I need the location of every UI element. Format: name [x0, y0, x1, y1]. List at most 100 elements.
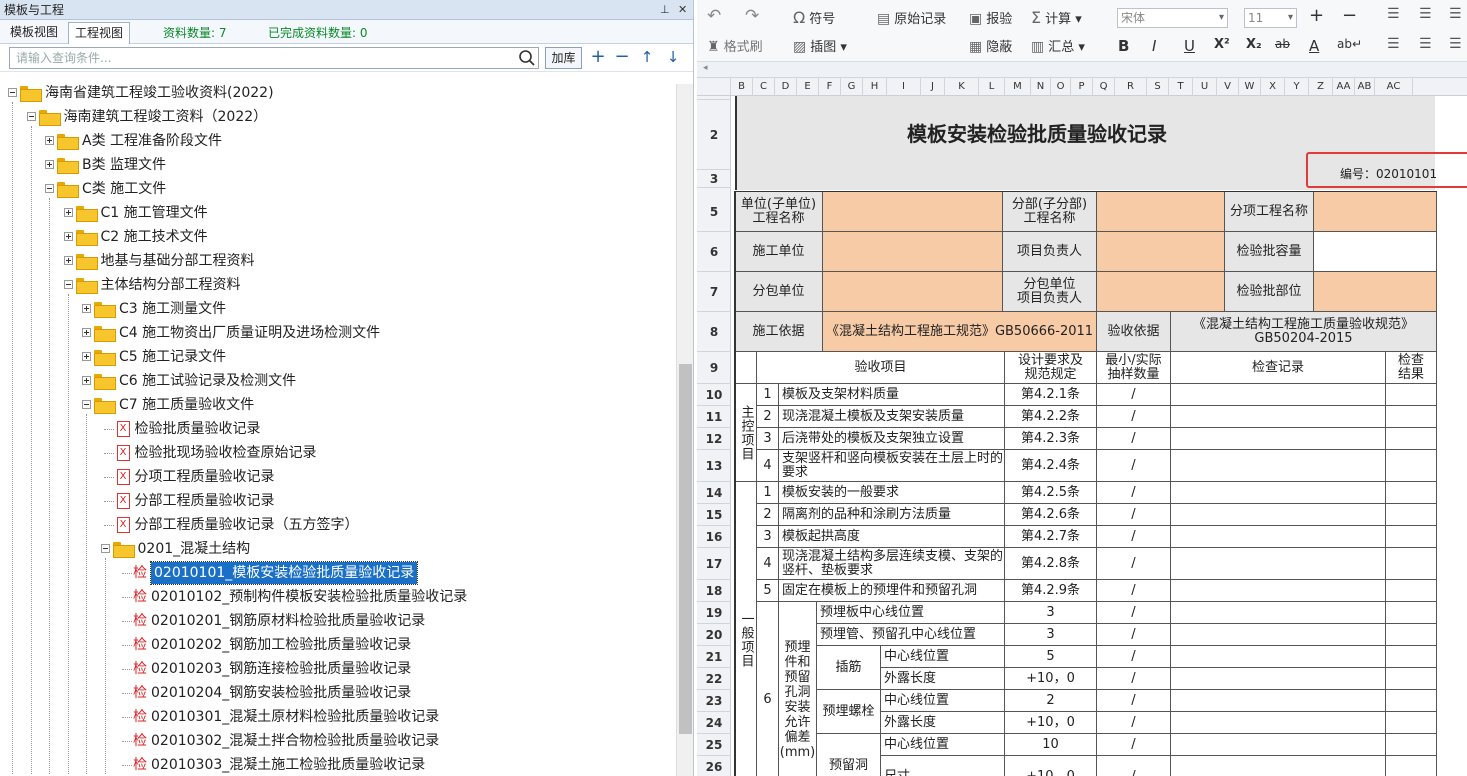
- sample-count-input[interactable]: /: [1097, 668, 1171, 690]
- item-number[interactable]: 3: [757, 526, 779, 548]
- sample-count-input[interactable]: /: [1097, 406, 1171, 428]
- row-header-cell[interactable]: 8: [697, 312, 731, 352]
- allowed-deviation[interactable]: 2: [1005, 690, 1097, 712]
- tree-folder-node[interactable]: 海南建筑工程竣工资料（2022）: [0, 106, 676, 128]
- column-header-cell[interactable]: E: [797, 78, 819, 96]
- check-record-input[interactable]: [1171, 580, 1386, 602]
- check-record-input[interactable]: [1171, 482, 1386, 504]
- format-painter-button[interactable]: ♜ 格式刷: [707, 36, 763, 55]
- embed-sub-item[interactable]: 外露长度: [881, 712, 1005, 734]
- collapse-icon[interactable]: [100, 544, 110, 553]
- row-header-cell[interactable]: 15: [697, 504, 731, 526]
- check-result-input[interactable]: [1386, 756, 1437, 776]
- header-label[interactable]: 检验批容量: [1225, 232, 1314, 272]
- row-header-cell[interactable]: 5: [697, 192, 731, 232]
- embed-sub-item[interactable]: 外露长度: [881, 668, 1005, 690]
- check-record-input[interactable]: [1171, 668, 1386, 690]
- check-result-input[interactable]: [1386, 428, 1437, 450]
- hide-button[interactable]: ▦ 隐蔽: [969, 36, 1012, 55]
- tab-project-view[interactable]: 工程视图: [68, 22, 131, 44]
- tree-folder-node[interactable]: C3 施工测量文件: [0, 298, 676, 320]
- raw-record-button[interactable]: ▤ 原始记录: [877, 8, 946, 27]
- search-icon[interactable]: [518, 49, 536, 67]
- sample-count-input[interactable]: /: [1097, 624, 1171, 646]
- check-result-input[interactable]: [1386, 450, 1437, 482]
- italic-icon[interactable]: I: [1152, 37, 1156, 55]
- column-header-cell[interactable]: J: [921, 78, 945, 96]
- item-reference[interactable]: 第4.2.3条: [1005, 428, 1097, 450]
- sample-count-input[interactable]: /: [1097, 384, 1171, 406]
- tree-document-node[interactable]: X 检验批质量验收记录: [0, 418, 676, 440]
- column-header-cell[interactable]: N: [1031, 78, 1051, 96]
- column-header-cell[interactable]: L: [979, 78, 1005, 96]
- embed-group-name[interactable]: 预埋螺栓: [817, 690, 881, 734]
- header-value-input[interactable]: [1314, 272, 1437, 312]
- check-result-input[interactable]: [1386, 548, 1437, 580]
- calculate-button[interactable]: Σ 计算 ▾: [1031, 8, 1082, 27]
- tree-folder-node[interactable]: C类 施工文件: [0, 178, 676, 200]
- row-header-cell[interactable]: 21: [697, 646, 731, 668]
- allowed-deviation[interactable]: +10，0: [1005, 668, 1097, 690]
- item-name[interactable]: 模板及支架材料质量: [779, 384, 1005, 406]
- check-record-input[interactable]: [1171, 646, 1386, 668]
- superscript-icon[interactable]: X²: [1214, 37, 1230, 52]
- item-number[interactable]: 5: [757, 580, 779, 602]
- header-value-input[interactable]: [1097, 232, 1225, 272]
- tree-folder-node[interactable]: C5 施工记录文件: [0, 346, 676, 368]
- row-header-cell[interactable]: 16: [697, 526, 731, 548]
- header-value-input[interactable]: [1314, 192, 1437, 232]
- tree-folder-node[interactable]: 地基与基础分部工程资料: [0, 250, 676, 272]
- search-input[interactable]: [9, 47, 539, 69]
- sample-count-input[interactable]: /: [1097, 504, 1171, 526]
- header-value-input[interactable]: [823, 272, 1003, 312]
- check-record-input[interactable]: [1171, 384, 1386, 406]
- tree-folder-node[interactable]: A类 工程准备阶段文件: [0, 130, 676, 152]
- tree-document-node[interactable]: 检 02010204_钢筋安装检验批质量验收记录: [0, 682, 676, 704]
- column-header-cell[interactable]: Y: [1285, 78, 1309, 96]
- header-value-input[interactable]: [1097, 272, 1225, 312]
- embed-item-name[interactable]: 预埋板中心线位置: [817, 602, 1005, 624]
- tree-document-node[interactable]: X 分项工程质量验收记录: [0, 466, 676, 488]
- expand-icon[interactable]: [82, 352, 91, 361]
- undo-icon[interactable]: ↶: [707, 6, 721, 26]
- tab-template-view[interactable]: 模板视图: [4, 22, 64, 44]
- header-label[interactable]: 分项工程名称: [1225, 192, 1314, 232]
- font-size-select[interactable]: 11: [1244, 8, 1297, 28]
- move-down-icon[interactable]: ↓: [663, 46, 683, 68]
- check-record-input[interactable]: [1171, 712, 1386, 734]
- symbol-button[interactable]: Ω 符号: [793, 8, 835, 27]
- check-result-input[interactable]: [1386, 504, 1437, 526]
- row-header-cell[interactable]: 19: [697, 602, 731, 624]
- tree-folder-node[interactable]: 0201_混凝土结构: [0, 538, 676, 560]
- horizontal-scroll-strip[interactable]: ◂: [697, 62, 1467, 78]
- expand-icon[interactable]: [82, 328, 91, 337]
- column-header-cell[interactable]: P: [1071, 78, 1093, 96]
- item-number[interactable]: 2: [757, 406, 779, 428]
- embed-sub-item[interactable]: 中心线位置: [881, 690, 1005, 712]
- serial-number-input[interactable]: [1439, 159, 1467, 181]
- font-color-icon[interactable]: A: [1309, 37, 1319, 55]
- expand-icon[interactable]: [45, 136, 54, 145]
- embed-group-name[interactable]: 预留洞: [817, 734, 881, 776]
- item-reference[interactable]: 第4.2.1条: [1005, 384, 1097, 406]
- column-header-cell[interactable]: B: [731, 78, 753, 96]
- redo-icon[interactable]: ↷: [745, 6, 759, 26]
- tree-folder-node[interactable]: C4 施工物资出厂质量证明及进场检测文件: [0, 322, 676, 344]
- tree-folder-node[interactable]: C2 施工技术文件: [0, 226, 676, 248]
- allowed-deviation[interactable]: 3: [1005, 602, 1097, 624]
- embed-sub-item[interactable]: 中心线位置: [881, 646, 1005, 668]
- collapse-all-icon[interactable]: −: [612, 46, 632, 68]
- embed-sub-item[interactable]: 中心线位置: [881, 734, 1005, 756]
- tree-folder-node[interactable]: C6 施工试验记录及检测文件: [0, 370, 676, 392]
- item-name[interactable]: 支架竖杆和竖向模板安装在土层上时的要求: [779, 450, 1005, 482]
- pin-icon[interactable]: ⊥: [660, 0, 670, 20]
- header-value-input[interactable]: [1097, 192, 1225, 232]
- column-header-cell[interactable]: K: [945, 78, 979, 96]
- sample-count-input[interactable]: /: [1097, 428, 1171, 450]
- tree-document-node[interactable]: 检 02010303_混凝土施工检验批质量验收记录: [0, 754, 676, 776]
- row-header-cell[interactable]: 10: [697, 384, 731, 406]
- item-number[interactable]: 6: [757, 602, 779, 776]
- item-number[interactable]: 4: [757, 548, 779, 580]
- item-reference[interactable]: 第4.2.9条: [1005, 580, 1097, 602]
- row-header-cell[interactable]: 13: [697, 450, 731, 482]
